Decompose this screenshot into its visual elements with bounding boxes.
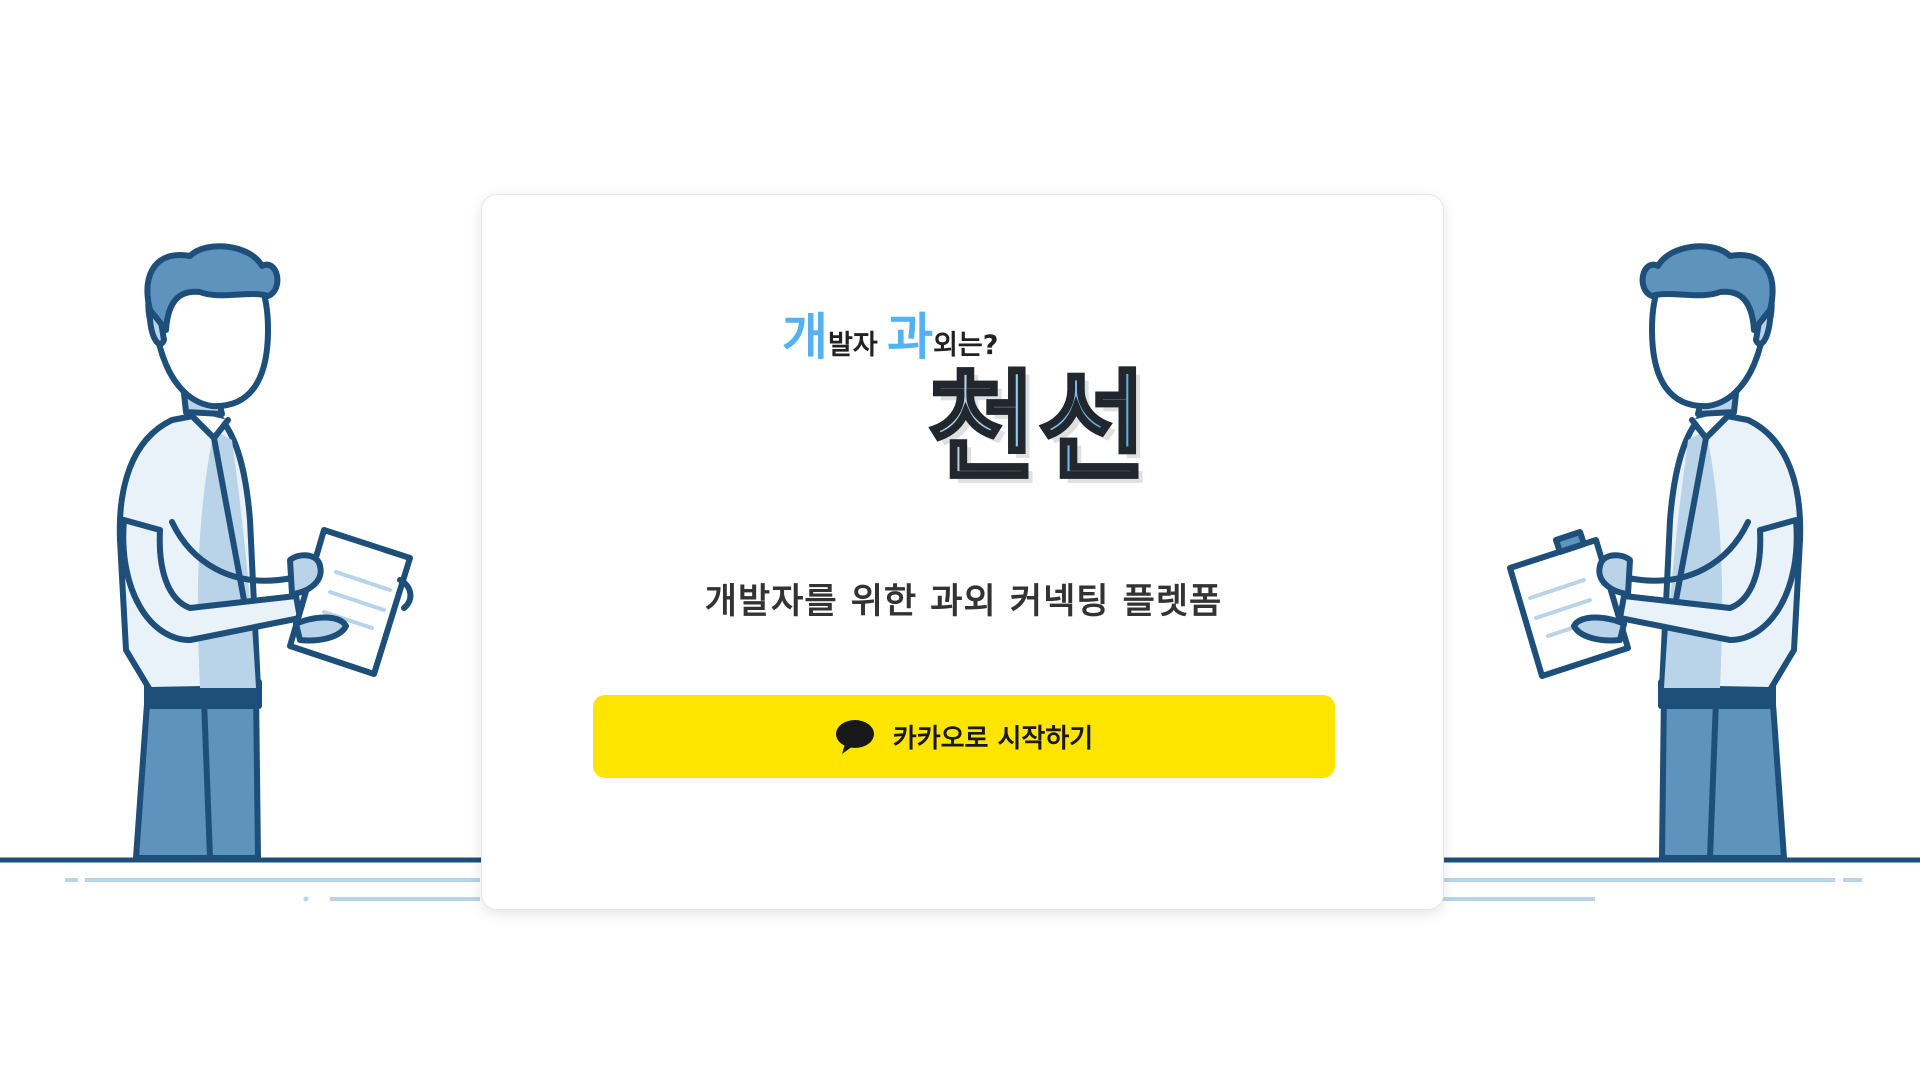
login-page: 개발자 과외는? 천선 천선 개발자를 위한 과외 커넥팅 플렛폼 카카오로 시… xyxy=(0,0,1920,1080)
tagline-text-1: 발자 xyxy=(828,330,888,361)
login-card: 개발자 과외는? 천선 천선 개발자를 위한 과외 커넥팅 플렛폼 카카오로 시… xyxy=(481,194,1444,910)
brand-logo: 천선 xyxy=(926,356,1150,498)
speech-bubble-icon xyxy=(835,719,874,754)
tagline-char-1: 개 xyxy=(782,308,828,366)
person-with-document-illustration-left xyxy=(116,243,414,861)
tagline-char-2: 과 xyxy=(887,308,934,366)
kakao-login-button[interactable]: 카카오로 시작하기 xyxy=(593,695,1335,778)
page-subtitle: 개발자를 위한 과외 커넥팅 플렛폼 xyxy=(704,582,1223,622)
kakao-login-label: 카카오로 시작하기 xyxy=(892,724,1094,754)
person-with-document-illustration-right xyxy=(1507,243,1804,861)
